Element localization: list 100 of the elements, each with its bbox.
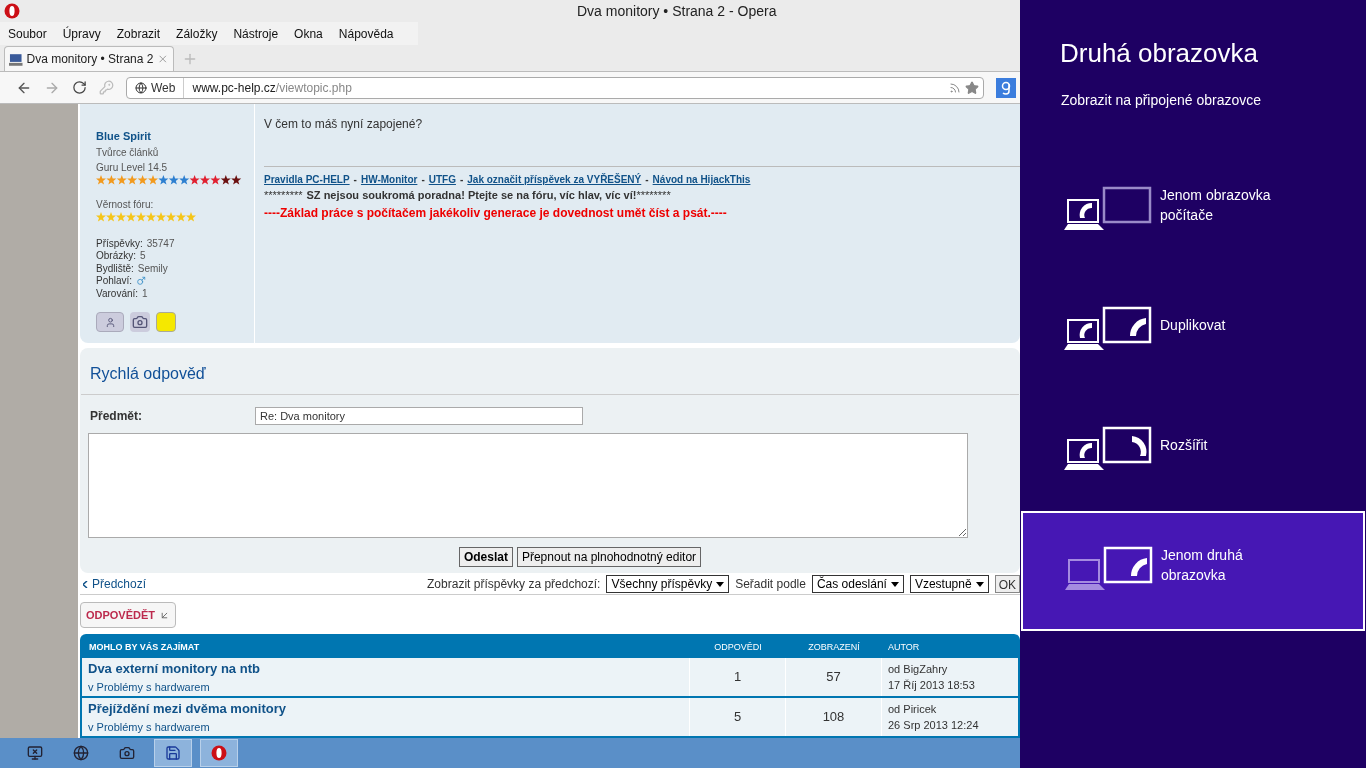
profile-value: 5	[140, 250, 146, 263]
url-text: www.pc-help.cz/viewtopic.php	[191, 79, 353, 97]
ok-button[interactable]: OK	[994, 575, 1020, 593]
topic-link[interactable]: Dva externí monitory na ntb	[88, 659, 689, 679]
sort-label: Seřadit podle	[735, 576, 806, 593]
separator-text: -	[645, 173, 649, 187]
key-icon	[99, 80, 114, 95]
loyalty-label: Věrnost fóru:	[96, 197, 155, 212]
separator-text: -	[459, 173, 464, 187]
signature-link[interactable]: HW-Monitor	[360, 172, 418, 187]
bookmark-star-icon[interactable]	[965, 80, 979, 95]
signature-text: *********	[264, 188, 303, 203]
table-cell: 108	[786, 698, 882, 736]
globe-icon	[73, 745, 89, 761]
option-label: Rozšířit	[1160, 436, 1209, 455]
signature-text: SZ nejsou soukromá poradna! Ptejte se na fóru, víc hlav, víc ví!	[306, 188, 637, 203]
reply-button[interactable]: ODPOVĚDĚT	[80, 602, 176, 628]
column-header: ZOBRAZENÍ	[807, 641, 861, 655]
tab-label: Dva monitory • Strana 2	[26, 51, 154, 68]
message-field[interactable]	[88, 433, 968, 538]
profile-label: Příspěvky:	[96, 237, 143, 250]
menu-item[interactable]: Soubor	[0, 24, 55, 43]
profile-value: 1	[142, 287, 148, 300]
signature-link[interactable]: Návod na HijackThis	[652, 172, 751, 187]
reload-icon[interactable]	[72, 80, 87, 95]
star-icon	[106, 211, 116, 222]
signature-link[interactable]: UTFG	[428, 172, 456, 187]
full-editor-button[interactable]: Přepnout na plnohodnotný editor	[516, 547, 702, 567]
globe-icon	[135, 81, 147, 94]
private-message-icon[interactable]	[96, 312, 124, 332]
submit-button[interactable]: Odeslat	[458, 547, 513, 567]
menu-item[interactable]: Nápověda	[330, 24, 402, 43]
browser-tab[interactable]: Dva monitory • Strana 2	[4, 46, 174, 71]
author-link[interactable]: od BigZahry	[888, 660, 975, 677]
author-name[interactable]: Blue Spirit	[96, 128, 238, 145]
opera-logo-icon	[211, 745, 227, 761]
signature-text: ********	[636, 188, 671, 203]
quick-reply-title: Rychlá odpověď	[81, 348, 1019, 395]
star-icon	[136, 211, 146, 222]
topic-link[interactable]: Přejíždění mezi dvěma monitory	[88, 699, 689, 719]
previous-link[interactable]: Předchozí	[92, 575, 147, 593]
rss-icon[interactable]	[949, 81, 961, 94]
column-header: AUTOR	[887, 641, 920, 655]
time-filter-dropdown[interactable]: Všechny příspěvky	[606, 575, 730, 593]
chevron-left-icon	[83, 580, 88, 588]
address-bar[interactable]: Web www.pc-help.cz/viewtopic.php	[126, 76, 984, 99]
panel-title: Druhá obrazovka	[1059, 37, 1259, 70]
projection-option[interactable]: Jenom druhá obrazovka	[1021, 511, 1365, 631]
sort-field-dropdown[interactable]: Čas odeslání	[811, 575, 904, 593]
profile-value: Semily	[137, 262, 168, 275]
post-date: 17 Říj 2013 18:53	[888, 678, 975, 693]
separator-text: -	[353, 173, 357, 187]
sort-order-dropdown[interactable]: Vzestupně	[909, 575, 989, 593]
table-cell: 1	[690, 658, 786, 696]
projection-option[interactable]: Rozšířit	[1020, 391, 1366, 511]
forum-link[interactable]: v Problémy s hardwarem	[88, 678, 689, 695]
profile-label: Obrázky:	[96, 250, 136, 263]
search-engine-icon[interactable]	[996, 77, 1016, 98]
signature-link[interactable]: Pravidla PC-HELP	[264, 172, 350, 187]
star-icon	[176, 211, 186, 222]
window-title: Dva monitory • Strana 2 - Opera	[577, 1, 777, 21]
star-icon	[126, 211, 136, 222]
menu-item[interactable]: Okna	[286, 24, 331, 43]
projection-option[interactable]: Duplikovat	[1020, 271, 1366, 391]
star-icon	[166, 211, 176, 222]
taskbar-button[interactable]	[200, 739, 238, 767]
projection-option[interactable]: Jenom obrazovka počítače	[1020, 151, 1366, 271]
separator-text: -	[421, 173, 425, 187]
star-icon	[96, 211, 106, 222]
subject-field[interactable]: Re: Dva monitory	[255, 407, 583, 425]
forum-link[interactable]: v Problémy s hardwarem	[88, 718, 689, 735]
option-label: Duplikovat	[1160, 316, 1227, 335]
author-rank: Tvůrce článků	[96, 145, 160, 160]
menu-item[interactable]: Úpravy	[54, 24, 109, 43]
profile-label: Pohlaví:	[96, 275, 133, 288]
star-icon	[186, 211, 196, 222]
star-icon	[146, 211, 156, 222]
column-header: MOHLO BY VÁS ZAJÍMAT	[88, 641, 201, 655]
panel-subtitle: Zobrazit na připojené obrazovce	[1060, 91, 1262, 110]
post-body: V čem to máš nyní zapojené?	[264, 116, 424, 133]
menu-item[interactable]: Nástroje	[225, 24, 287, 43]
filter-label: Zobrazit příspěvky za předchozí:	[427, 576, 601, 593]
signature-link[interactable]: Jak označit příspěvek za VYŘEŠENÝ	[467, 172, 642, 187]
floppy-icon	[165, 745, 181, 761]
taskbar-button[interactable]	[154, 739, 192, 767]
profile-label: Varování:	[96, 287, 139, 300]
monitor-icon	[27, 745, 43, 761]
column-header: ODPOVĚDI	[713, 641, 763, 655]
menu-item[interactable]: Záložky	[168, 24, 226, 43]
table-cell: 57	[786, 658, 882, 696]
star-icon	[116, 211, 126, 222]
opera-logo-icon	[4, 3, 20, 19]
gallery-icon[interactable]	[130, 312, 150, 332]
author-level: Guru Level 14.5	[96, 160, 169, 175]
author-link[interactable]: od Piricek	[888, 700, 979, 717]
option-label: Jenom obrazovka počítače	[1160, 186, 1272, 225]
profile-label: Bydliště:	[96, 262, 134, 275]
option-label: Jenom druhá obrazovka	[1161, 546, 1244, 585]
menu-item[interactable]: Zobrazit	[108, 24, 169, 43]
table-cell: 5	[690, 698, 786, 736]
